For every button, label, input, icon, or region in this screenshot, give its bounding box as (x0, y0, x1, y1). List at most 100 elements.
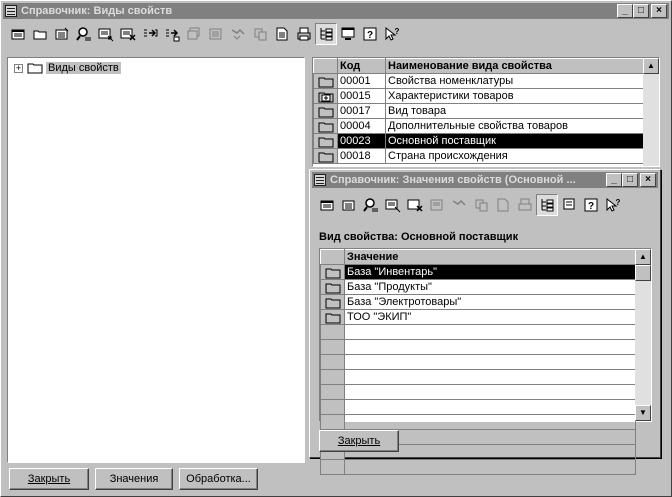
clipboard-disabled-icon (470, 194, 492, 216)
help-icon[interactable]: ? (359, 23, 381, 45)
scroll-up-icon[interactable]: ▲ (643, 58, 659, 74)
print-disabled-icon (514, 194, 536, 216)
row-code: 00015 (337, 88, 386, 104)
app-icon (5, 5, 17, 17)
document-icon[interactable] (271, 23, 293, 45)
table-row[interactable]: База "Продукты" (320, 279, 636, 295)
scroll-up-icon[interactable]: ▲ (635, 249, 651, 265)
values-button[interactable]: Значения (95, 468, 173, 490)
new-item-icon[interactable] (7, 23, 29, 45)
help-icon[interactable]: ? (580, 194, 602, 216)
row-name: Характеристики товаров (385, 88, 644, 104)
main-window-title: Справочник: Виды свойств (21, 5, 173, 17)
move-items-icon[interactable] (161, 23, 183, 45)
edit-item-icon[interactable] (95, 23, 117, 45)
folder-icon (325, 282, 341, 294)
row-name: Дополнительные свойства товаров (385, 118, 644, 134)
row-value: База "Инвентарь" (344, 264, 636, 280)
column-header-name[interactable]: Наименование вида свойства (385, 58, 644, 74)
row-name: Свойства номенклатуры (385, 73, 644, 89)
scroll-down-icon[interactable]: ▼ (635, 405, 651, 421)
header-icon-cell (313, 58, 338, 74)
empty-row[interactable] (320, 369, 636, 385)
tree-view-icon[interactable] (315, 23, 337, 45)
child-maximize-button[interactable]: □ (622, 173, 638, 187)
main-table-header: Код Наименование вида свойства (313, 58, 644, 74)
table-row[interactable]: 00015 Характеристики товаров (313, 88, 644, 104)
child-app-icon (314, 174, 326, 186)
main-titlebar[interactable]: Справочник: Виды свойств _ □ × (3, 3, 669, 19)
tree-root-node[interactable]: + Виды свойств (14, 62, 121, 74)
minimize-button[interactable]: _ (617, 4, 633, 18)
tree-view-icon[interactable] (536, 194, 558, 216)
row-code: 00018 (337, 148, 386, 164)
maximize-button[interactable]: □ (633, 4, 649, 18)
hierarchy-icon[interactable] (558, 194, 580, 216)
folder-icon (318, 136, 334, 148)
values-table: Значение База "Инвентарь" База "Продукты"… (319, 248, 652, 475)
delete-item-icon[interactable] (404, 194, 426, 216)
table-row[interactable]: 00023 Основной поставщик (313, 133, 644, 149)
main-table-scrollbar[interactable]: ▲ (643, 58, 659, 166)
tree-root-label: Виды свойств (46, 62, 121, 74)
child-close-button[interactable]: Закрыть (319, 430, 399, 452)
row-code: 00004 (337, 118, 386, 134)
context-help-icon[interactable]: ? (602, 194, 624, 216)
table-row[interactable]: База "Инвентарь" (320, 264, 636, 280)
empty-row[interactable] (320, 399, 636, 415)
empty-row[interactable] (320, 384, 636, 400)
child-close-window-button[interactable]: × (640, 173, 656, 187)
table-row[interactable]: 00004 Дополнительные свойства товаров (313, 118, 644, 134)
row-name: Основной поставщик (385, 133, 644, 149)
table-row[interactable]: 00018 Страна происхождения (313, 148, 644, 164)
header-icon-cell (320, 249, 345, 265)
list-disabled-icon (205, 23, 227, 45)
row-value: ТОО "ЭКИП" (344, 309, 636, 325)
context-help-icon[interactable]: ? (381, 23, 403, 45)
edit-item-icon[interactable] (382, 194, 404, 216)
copy-item-icon[interactable] (51, 23, 73, 45)
close-button[interactable]: Закрыть (9, 468, 89, 490)
table-row[interactable]: 00017 Вид товара (313, 103, 644, 119)
empty-row[interactable] (320, 324, 636, 340)
process-button[interactable]: Обработка... (179, 468, 258, 490)
row-name: Вид товара (385, 103, 644, 119)
table-row[interactable]: 00001 Свойства номенклатуры (313, 73, 644, 89)
empty-row[interactable] (320, 414, 636, 430)
column-header-value[interactable]: Значение (344, 249, 636, 265)
row-code: 00017 (337, 103, 386, 119)
table-row[interactable]: База "Электротовары" (320, 294, 636, 310)
caption-value: Основной поставщик (400, 231, 519, 243)
print-icon[interactable] (293, 23, 315, 45)
values-table-scrollbar[interactable]: ▲ ▼ (635, 249, 651, 421)
find-icon[interactable] (73, 23, 95, 45)
column-header-code[interactable]: Код (337, 58, 386, 74)
folder-icon (325, 312, 341, 324)
row-name: Страна происхождения (385, 148, 644, 164)
find-icon[interactable] (360, 194, 382, 216)
svg-text:?: ? (616, 198, 621, 207)
svg-text:?: ? (367, 30, 373, 41)
scroll-thumb[interactable] (635, 265, 651, 281)
new-folder-icon[interactable] (29, 23, 51, 45)
child-minimize-button[interactable]: _ (606, 173, 622, 187)
list-disabled-icon (426, 194, 448, 216)
empty-row[interactable] (320, 354, 636, 370)
move-to-group-icon[interactable] (139, 23, 161, 45)
child-titlebar[interactable]: Справочник: Значения свойств (Основной .… (312, 172, 658, 188)
values-table-header: Значение (320, 249, 636, 265)
expand-icon[interactable]: + (14, 63, 23, 73)
folder-icon (318, 106, 334, 118)
hierarchy-icon[interactable] (337, 23, 359, 45)
empty-row[interactable] (320, 459, 636, 475)
new-item-icon[interactable] (316, 194, 338, 216)
close-window-button[interactable]: × (651, 4, 667, 18)
copy-item-icon[interactable] (338, 194, 360, 216)
folder-icon (318, 151, 334, 163)
table-row[interactable]: ТОО "ЭКИП" (320, 309, 636, 325)
filter-disabled-icon (448, 194, 470, 216)
tree-panel[interactable]: + Виды свойств (7, 57, 305, 463)
delete-item-icon[interactable] (117, 23, 139, 45)
empty-row[interactable] (320, 339, 636, 355)
main-toolbar: ? ? (3, 21, 669, 47)
